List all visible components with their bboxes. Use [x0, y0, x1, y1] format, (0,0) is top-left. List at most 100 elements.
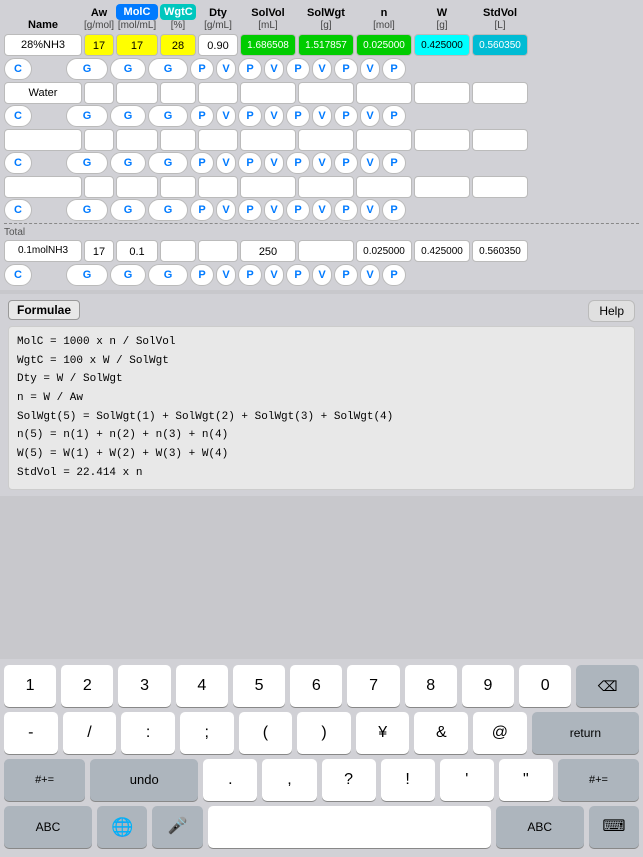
key-ampersand[interactable]: & — [414, 712, 468, 754]
btn-g-4b[interactable]: G — [110, 199, 146, 221]
btn-v-total-c[interactable]: V — [312, 264, 332, 286]
key-4[interactable]: 4 — [176, 665, 228, 707]
water-solvol[interactable] — [240, 82, 296, 104]
btn-g-3a[interactable]: G — [66, 152, 108, 174]
btn-g-3c[interactable]: G — [148, 152, 188, 174]
btn-v-water-a[interactable]: V — [216, 105, 236, 127]
row4-w[interactable] — [414, 176, 470, 198]
total-name[interactable] — [4, 240, 82, 262]
row3-dty[interactable] — [198, 129, 238, 151]
row4-aw[interactable] — [84, 176, 114, 198]
row1-aw[interactable]: 17 — [84, 34, 114, 56]
btn-v-3b[interactable]: V — [264, 152, 284, 174]
row4-n[interactable] — [356, 176, 412, 198]
btn-p-total-b[interactable]: P — [238, 264, 262, 286]
key-1[interactable]: 1 — [4, 665, 56, 707]
btn-v-water-b[interactable]: V — [264, 105, 284, 127]
key-lparen[interactable]: ( — [239, 712, 293, 754]
btn-p-water-a[interactable]: P — [190, 105, 214, 127]
row1-dty[interactable]: 0.90 — [198, 34, 238, 56]
key-microphone[interactable]: 🎤 — [152, 806, 202, 848]
btn-c-water[interactable]: C — [4, 105, 32, 127]
total-molc[interactable]: 0.1 — [116, 240, 158, 262]
btn-p-total-a[interactable]: P — [190, 264, 214, 286]
row3-aw[interactable] — [84, 129, 114, 151]
row1-solvol[interactable]: 1.686508 — [240, 34, 296, 56]
total-n[interactable]: 0.025000 — [356, 240, 412, 262]
btn-g-total-c[interactable]: G — [148, 264, 188, 286]
btn-p-1c[interactable]: P — [286, 58, 310, 80]
btn-v-3c[interactable]: V — [312, 152, 332, 174]
water-name[interactable] — [4, 82, 82, 104]
key-space[interactable] — [208, 806, 491, 848]
row3-name[interactable] — [4, 129, 82, 151]
key-globe[interactable]: 🌐 — [97, 806, 147, 848]
row4-wgtc[interactable] — [160, 176, 196, 198]
key-colon[interactable]: : — [121, 712, 175, 754]
btn-v-3d[interactable]: V — [360, 152, 380, 174]
key-at[interactable]: @ — [473, 712, 527, 754]
btn-g-3b[interactable]: G — [110, 152, 146, 174]
row1-solwgt[interactable]: 1.517857 — [298, 34, 354, 56]
water-dty[interactable] — [198, 82, 238, 104]
btn-v-4b[interactable]: V — [264, 199, 284, 221]
key-exclamation[interactable]: ! — [381, 759, 435, 801]
btn-p-4c[interactable]: P — [286, 199, 310, 221]
btn-g-4c[interactable]: G — [148, 199, 188, 221]
total-stdvol[interactable]: 0.560350 — [472, 240, 528, 262]
btn-v-water-c[interactable]: V — [312, 105, 332, 127]
row1-stdvol[interactable]: 0.560350 — [472, 34, 528, 56]
key-0[interactable]: 0 — [519, 665, 571, 707]
key-semicolon[interactable]: ; — [180, 712, 234, 754]
key-apostrophe[interactable]: ' — [440, 759, 494, 801]
row3-solvol[interactable] — [240, 129, 296, 151]
key-6[interactable]: 6 — [290, 665, 342, 707]
key-rparen[interactable]: ) — [297, 712, 351, 754]
btn-p-3c[interactable]: P — [286, 152, 310, 174]
btn-g-total-b[interactable]: G — [110, 264, 146, 286]
key-minus[interactable]: - — [4, 712, 58, 754]
btn-v-4a[interactable]: V — [216, 199, 236, 221]
col-header-wgtc[interactable]: WgtC [%] — [160, 4, 196, 32]
key-slash[interactable]: / — [63, 712, 117, 754]
water-stdvol[interactable] — [472, 82, 528, 104]
row4-solvol[interactable] — [240, 176, 296, 198]
key-9[interactable]: 9 — [462, 665, 514, 707]
key-quote[interactable]: " — [499, 759, 553, 801]
btn-v-4d[interactable]: V — [360, 199, 380, 221]
btn-v-water-d[interactable]: V — [360, 105, 380, 127]
total-solvol[interactable]: 250 — [240, 240, 296, 262]
key-hashplus-right[interactable]: #+= — [558, 759, 639, 801]
btn-v-1a[interactable]: V — [216, 58, 236, 80]
btn-p-4d[interactable]: P — [334, 199, 358, 221]
key-question[interactable]: ? — [322, 759, 376, 801]
row1-wgtc[interactable]: 28 — [160, 34, 196, 56]
row1-molc[interactable]: 17 — [116, 34, 158, 56]
row1-name[interactable] — [4, 34, 82, 56]
row4-stdvol[interactable] — [472, 176, 528, 198]
key-2[interactable]: 2 — [61, 665, 113, 707]
btn-v-1d[interactable]: V — [360, 58, 380, 80]
btn-p-1b[interactable]: P — [238, 58, 262, 80]
total-solwgt[interactable] — [298, 240, 354, 262]
wgtc-button[interactable]: WgtC — [160, 4, 196, 20]
molc-button[interactable]: MolC — [116, 4, 158, 20]
btn-p-water-e[interactable]: P — [382, 105, 406, 127]
key-keyboard-dismiss[interactable]: ⌨ — [589, 806, 639, 848]
btn-g-1a[interactable]: G — [66, 58, 108, 80]
btn-g-water-c[interactable]: G — [148, 105, 188, 127]
row4-name[interactable] — [4, 176, 82, 198]
btn-v-1b[interactable]: V — [264, 58, 284, 80]
row3-n[interactable] — [356, 129, 412, 151]
water-solwgt[interactable] — [298, 82, 354, 104]
btn-p-4b[interactable]: P — [238, 199, 262, 221]
total-aw[interactable]: 17 — [84, 240, 114, 262]
key-return[interactable]: return — [532, 712, 639, 754]
btn-v-3a[interactable]: V — [216, 152, 236, 174]
water-w[interactable] — [414, 82, 470, 104]
row3-stdvol[interactable] — [472, 129, 528, 151]
btn-v-4c[interactable]: V — [312, 199, 332, 221]
key-period[interactable]: . — [203, 759, 257, 801]
btn-g-1c[interactable]: G — [148, 58, 188, 80]
btn-v-total-a[interactable]: V — [216, 264, 236, 286]
